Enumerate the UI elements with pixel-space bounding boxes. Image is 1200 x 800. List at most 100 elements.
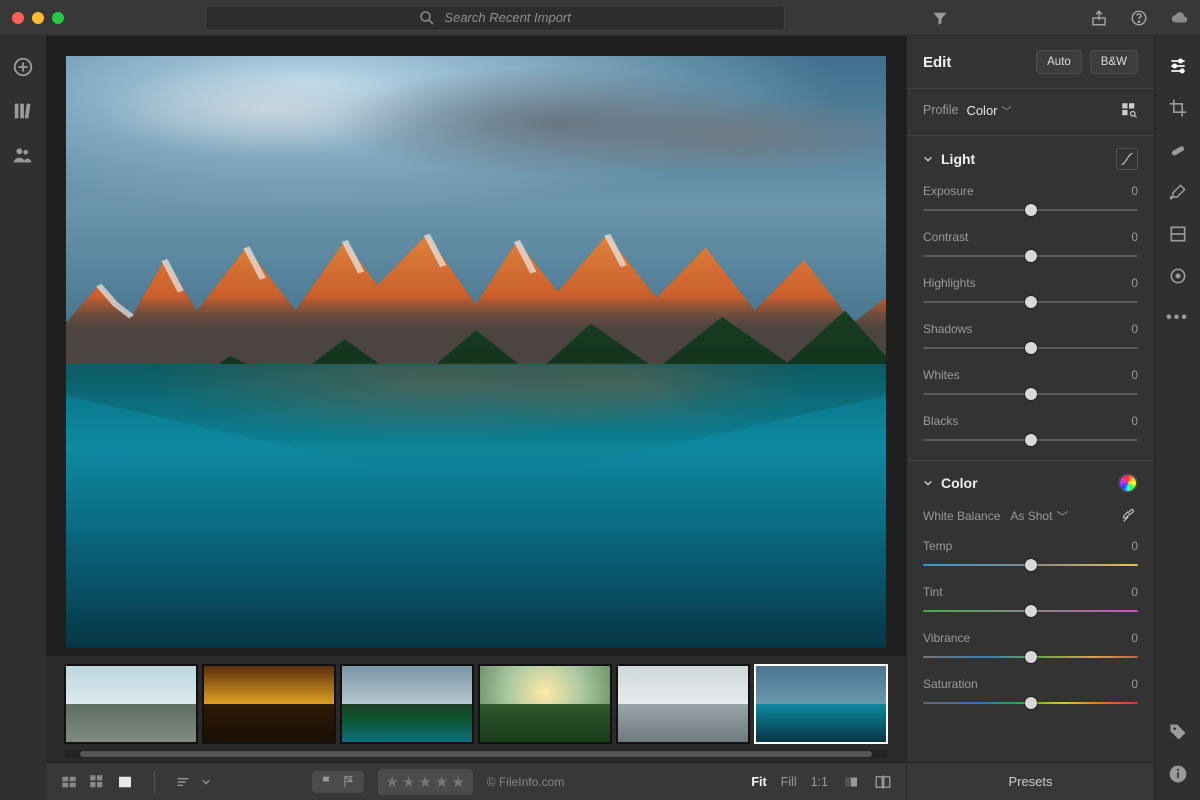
slider-value: 0 (1131, 368, 1138, 382)
cloud-sync-icon[interactable] (1170, 9, 1188, 27)
view-mode-group (60, 773, 134, 791)
slider-value: 0 (1131, 539, 1138, 553)
slider-label: Blacks (923, 414, 958, 428)
bw-button[interactable]: B&W (1090, 50, 1138, 74)
star-icon[interactable]: ★ (418, 773, 431, 791)
grid-view-icon[interactable] (60, 773, 78, 791)
slider-label: Shadows (923, 322, 972, 336)
filmstrip-thumb[interactable] (478, 664, 612, 744)
presets-label: Presets (1008, 774, 1052, 789)
white-balance-value[interactable]: As Shot (1010, 509, 1052, 523)
color-mixer-icon[interactable] (1118, 473, 1138, 493)
fullscreen-window-button[interactable] (52, 12, 64, 24)
search-icon (418, 9, 436, 27)
filmstrip-thumb[interactable] (340, 664, 474, 744)
crop-icon[interactable] (1168, 98, 1188, 118)
star-icon[interactable]: ★ (435, 773, 448, 791)
add-photos-icon[interactable] (12, 56, 34, 78)
detail-view-icon[interactable] (116, 773, 134, 791)
show-original-icon[interactable] (842, 773, 860, 791)
close-window-button[interactable] (12, 12, 24, 24)
compare-icon[interactable] (874, 773, 892, 791)
chevron-down-icon (923, 478, 933, 488)
color-section-title: Color (941, 475, 978, 491)
sort-group[interactable] (175, 774, 211, 790)
rating-stars[interactable]: ★ ★ ★ ★ ★ (378, 769, 473, 795)
chevron-down-icon (201, 777, 211, 787)
slider-knob[interactable] (1025, 388, 1037, 400)
slider-knob[interactable] (1025, 434, 1037, 446)
filmstrip-scrollbar[interactable] (64, 750, 888, 758)
radial-gradient-icon[interactable] (1168, 266, 1188, 286)
filmstrip-thumb[interactable] (64, 664, 198, 744)
slider-knob[interactable] (1025, 651, 1037, 663)
slider-knob[interactable] (1025, 296, 1037, 308)
linear-gradient-icon[interactable] (1168, 224, 1188, 244)
slider-whites[interactable]: Whites 0 (923, 368, 1138, 400)
filmstrip (46, 656, 906, 762)
star-icon[interactable]: ★ (386, 773, 399, 791)
slider-shadows[interactable]: Shadows 0 (923, 322, 1138, 354)
profile-label: Profile (923, 103, 958, 117)
slider-value: 0 (1131, 677, 1138, 691)
filter-icon[interactable] (931, 9, 949, 27)
slider-contrast[interactable]: Contrast 0 (923, 230, 1138, 262)
edit-sliders-icon[interactable] (1168, 56, 1188, 76)
slider-tint[interactable]: Tint 0 (923, 585, 1138, 617)
slider-knob[interactable] (1025, 250, 1037, 262)
keywords-icon[interactable] (1168, 722, 1188, 742)
window-controls (12, 12, 64, 24)
bottom-toolbar: ★ ★ ★ ★ ★ © FileInfo.com Fit Fill 1:1 (46, 762, 906, 800)
slider-label: Saturation (923, 677, 978, 691)
sharing-icon[interactable] (12, 144, 34, 166)
titlebar: Search Recent Import (0, 0, 1200, 36)
filmstrip-thumb[interactable] (616, 664, 750, 744)
healing-brush-icon[interactable] (1168, 140, 1188, 160)
slider-label: Whites (923, 368, 960, 382)
brush-icon[interactable] (1168, 182, 1188, 202)
slider-value: 0 (1131, 230, 1138, 244)
slider-saturation[interactable]: Saturation 0 (923, 677, 1138, 709)
help-icon[interactable] (1130, 9, 1148, 27)
star-icon[interactable]: ★ (451, 773, 464, 791)
slider-knob[interactable] (1025, 559, 1037, 571)
slider-knob[interactable] (1025, 204, 1037, 216)
slider-knob[interactable] (1025, 342, 1037, 354)
slider-exposure[interactable]: Exposure 0 (923, 184, 1138, 216)
slider-label: Tint (923, 585, 943, 599)
slider-label: Temp (923, 539, 952, 553)
slider-temp[interactable]: Temp 0 (923, 539, 1138, 571)
slider-vibrance[interactable]: Vibrance 0 (923, 631, 1138, 663)
profile-value[interactable]: Color (966, 103, 997, 118)
slider-highlights[interactable]: Highlights 0 (923, 276, 1138, 308)
tone-curve-icon[interactable] (1116, 148, 1138, 170)
zoom-1to1[interactable]: 1:1 (811, 775, 828, 789)
center-column: ★ ★ ★ ★ ★ © FileInfo.com Fit Fill 1:1 (46, 36, 906, 800)
share-icon[interactable] (1090, 9, 1108, 27)
filmstrip-thumb[interactable] (202, 664, 336, 744)
zoom-fill[interactable]: Fill (781, 775, 797, 789)
square-grid-view-icon[interactable] (88, 773, 106, 791)
main-image[interactable] (66, 56, 886, 648)
minimize-window-button[interactable] (32, 12, 44, 24)
flag-group[interactable] (312, 771, 364, 793)
color-section-header[interactable]: Color (923, 473, 1138, 493)
presets-button[interactable]: Presets (907, 762, 1154, 800)
eyedropper-icon[interactable] (1120, 507, 1138, 525)
slider-label: Exposure (923, 184, 974, 198)
slider-knob[interactable] (1025, 605, 1037, 617)
search-input[interactable]: Search Recent Import (205, 5, 785, 31)
info-icon[interactable] (1168, 764, 1188, 784)
more-icon[interactable]: ••• (1168, 308, 1188, 328)
profile-browser-icon[interactable] (1120, 101, 1138, 119)
slider-blacks[interactable]: Blacks 0 (923, 414, 1138, 446)
library-icon[interactable] (12, 100, 34, 122)
auto-button[interactable]: Auto (1036, 50, 1082, 74)
slider-knob[interactable] (1025, 697, 1037, 709)
filmstrip-thumb[interactable] (754, 664, 888, 744)
chevron-down-icon (923, 154, 933, 164)
light-section-header[interactable]: Light (923, 148, 1138, 170)
zoom-fit[interactable]: Fit (751, 775, 766, 789)
star-icon[interactable]: ★ (402, 773, 415, 791)
slider-value: 0 (1131, 631, 1138, 645)
